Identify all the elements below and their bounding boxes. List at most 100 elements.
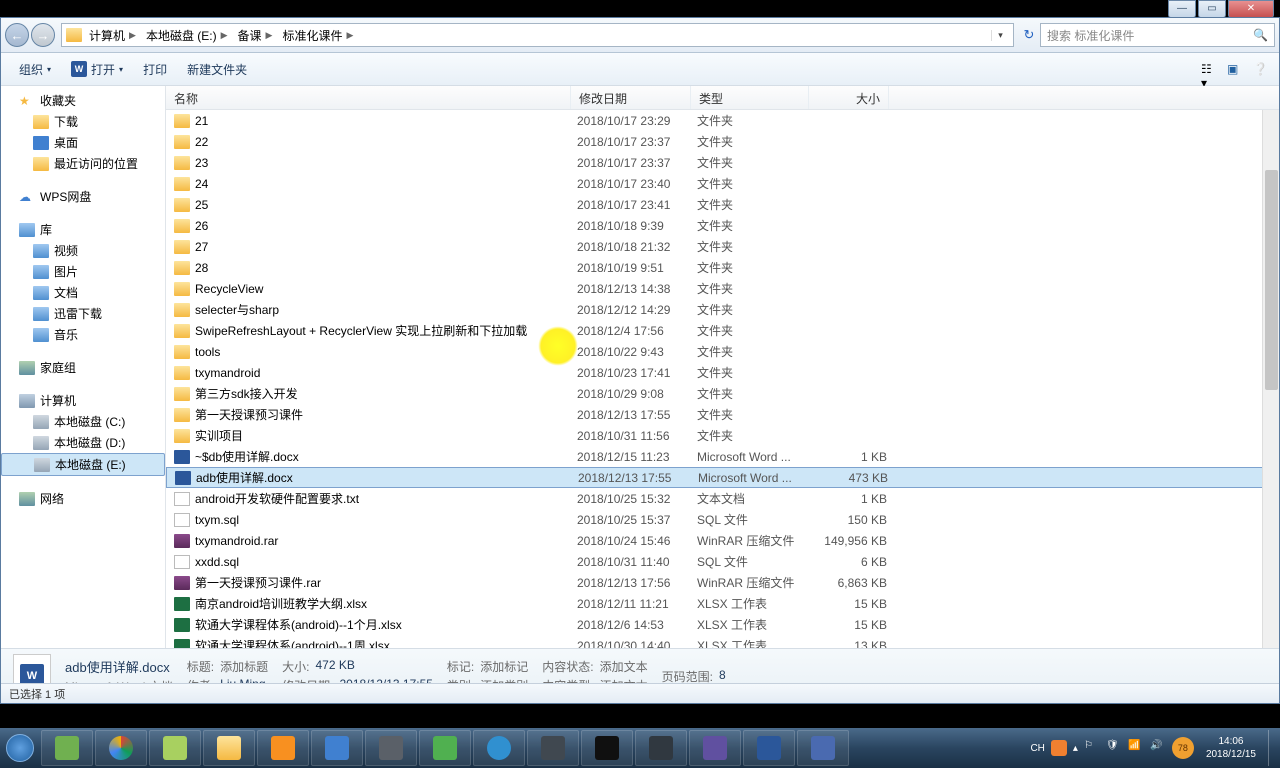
file-row[interactable]: 第三方sdk接入开发2018/10/29 9:08文件夹	[166, 383, 1279, 404]
details-status[interactable]: 添加文本	[600, 658, 648, 675]
file-type: 文件夹	[697, 343, 815, 360]
print-button[interactable]: 打印	[133, 61, 177, 78]
file-row[interactable]: 212018/10/17 23:29文件夹	[166, 110, 1279, 131]
show-desktop[interactable]	[1268, 730, 1276, 766]
file-row[interactable]: 252018/10/17 23:41文件夹	[166, 194, 1279, 215]
minimize-button[interactable]: —	[1168, 0, 1196, 18]
taskbar-app[interactable]	[257, 730, 309, 766]
file-row[interactable]: selecter与sharp2018/12/12 14:29文件夹	[166, 299, 1279, 320]
sidebar-favorites[interactable]: ★收藏夹	[1, 90, 165, 111]
sidebar-music[interactable]: 音乐	[1, 324, 165, 345]
sidebar-computer[interactable]: 计算机	[1, 390, 165, 411]
ime-indicator[interactable]: CH	[1030, 743, 1044, 754]
network-icon[interactable]: 📶	[1128, 740, 1144, 756]
address-bar[interactable]: 计算机▶ 本地磁盘 (E:)▶ 备课▶ 标准化课件▶ ▾	[61, 23, 1014, 47]
file-row[interactable]: 282018/10/19 9:51文件夹	[166, 257, 1279, 278]
open-menu[interactable]: W打开 ▾	[61, 61, 133, 78]
back-button[interactable]: ←	[5, 23, 29, 47]
sidebar-drive-d[interactable]: 本地磁盘 (D:)	[1, 432, 165, 453]
file-list[interactable]: 212018/10/17 23:29文件夹222018/10/17 23:37文…	[166, 110, 1279, 648]
file-row[interactable]: 第一天授课预习课件.rar2018/12/13 17:56WinRAR 压缩文件…	[166, 572, 1279, 593]
details-title[interactable]: 添加标题	[220, 658, 268, 675]
tray-icon[interactable]: 🛡	[1106, 740, 1122, 756]
file-row[interactable]: xxdd.sql2018/10/31 11:40SQL 文件6 KB	[166, 551, 1279, 572]
file-row[interactable]: tools2018/10/22 9:43文件夹	[166, 341, 1279, 362]
column-name[interactable]: 名称	[166, 86, 571, 109]
view-options-icon[interactable]: ☷ ▾	[1201, 62, 1219, 76]
close-button[interactable]: ✕	[1228, 0, 1274, 18]
sidebar-homegroup[interactable]: 家庭组	[1, 357, 165, 378]
taskbar-word[interactable]	[743, 730, 795, 766]
sidebar-wps[interactable]: ☁WPS网盘	[1, 186, 165, 207]
breadcrumb[interactable]: 标准化课件▶	[279, 27, 360, 44]
breadcrumb[interactable]: 计算机▶	[86, 27, 143, 44]
sidebar-desktop[interactable]: 桌面	[1, 132, 165, 153]
start-button[interactable]	[0, 728, 40, 768]
sidebar-downloads[interactable]: 下载	[1, 111, 165, 132]
sidebar-xunlei[interactable]: 迅雷下载	[1, 303, 165, 324]
details-tags[interactable]: 添加标记	[480, 658, 528, 675]
sidebar-videos[interactable]: 视频	[1, 240, 165, 261]
sidebar-pictures[interactable]: 图片	[1, 261, 165, 282]
file-row[interactable]: 软通大学课程体系(android)--1周.xlsx2018/10/30 14:…	[166, 635, 1279, 648]
file-row[interactable]: 272018/10/18 21:32文件夹	[166, 236, 1279, 257]
temp-badge[interactable]: 78	[1172, 737, 1194, 759]
tray-chevron[interactable]: ▴	[1073, 743, 1078, 754]
column-type[interactable]: 类型	[691, 86, 809, 109]
file-row[interactable]: 222018/10/17 23:37文件夹	[166, 131, 1279, 152]
taskbar-app[interactable]	[473, 730, 525, 766]
file-row[interactable]: 第一天授课预习课件2018/12/13 17:55文件夹	[166, 404, 1279, 425]
taskbar-app[interactable]	[635, 730, 687, 766]
newfolder-button[interactable]: 新建文件夹	[177, 61, 257, 78]
file-row[interactable]: RecycleView2018/12/13 14:38文件夹	[166, 278, 1279, 299]
address-dropdown[interactable]: ▾	[991, 30, 1009, 41]
file-row[interactable]: SwipeRefreshLayout + RecyclerView 实现上拉刷新…	[166, 320, 1279, 341]
column-size[interactable]: 大小	[809, 86, 889, 109]
sidebar-drive-c[interactable]: 本地磁盘 (C:)	[1, 411, 165, 432]
taskbar-wechat[interactable]	[419, 730, 471, 766]
taskbar-app[interactable]	[311, 730, 363, 766]
taskbar-app[interactable]	[365, 730, 417, 766]
scrollbar[interactable]	[1262, 110, 1279, 648]
file-row[interactable]: txym.sql2018/10/25 15:37SQL 文件150 KB	[166, 509, 1279, 530]
help-icon[interactable]: ❔	[1253, 62, 1271, 76]
sidebar-recent[interactable]: 最近访问的位置	[1, 153, 165, 174]
file-row[interactable]: adb使用详解.docx2018/12/13 17:55Microsoft Wo…	[166, 467, 1279, 488]
file-row[interactable]: 232018/10/17 23:37文件夹	[166, 152, 1279, 173]
sidebar-documents[interactable]: 文档	[1, 282, 165, 303]
sidebar-network[interactable]: 网络	[1, 488, 165, 509]
clock[interactable]: 14:06 2018/12/15	[1200, 735, 1262, 761]
preview-pane-icon[interactable]: ▣	[1227, 62, 1245, 76]
column-date[interactable]: 修改日期	[571, 86, 691, 109]
file-row[interactable]: txymandroid.rar2018/10/24 15:46WinRAR 压缩…	[166, 530, 1279, 551]
search-input[interactable]: 搜索 标准化课件 🔍	[1040, 23, 1275, 47]
tray-icon[interactable]: ⚐	[1084, 740, 1100, 756]
breadcrumb[interactable]: 备课▶	[235, 27, 280, 44]
file-row[interactable]: txymandroid2018/10/23 17:41文件夹	[166, 362, 1279, 383]
forward-button[interactable]: →	[31, 23, 55, 47]
breadcrumb[interactable]: 本地磁盘 (E:)▶	[143, 27, 235, 44]
taskbar-explorer[interactable]	[203, 730, 255, 766]
taskbar-chrome[interactable]	[95, 730, 147, 766]
file-row[interactable]: 262018/10/18 9:39文件夹	[166, 215, 1279, 236]
taskbar-app[interactable]	[41, 730, 93, 766]
organize-menu[interactable]: 组织 ▾	[9, 61, 61, 78]
file-row[interactable]: 实训项目2018/10/31 11:56文件夹	[166, 425, 1279, 446]
taskbar-cmd[interactable]	[581, 730, 633, 766]
sogou-icon[interactable]	[1051, 740, 1067, 756]
sidebar-drive-e[interactable]: 本地磁盘 (E:)	[1, 453, 165, 476]
maximize-button[interactable]: ▭	[1198, 0, 1226, 18]
taskbar-wps[interactable]	[797, 730, 849, 766]
taskbar-app[interactable]	[689, 730, 741, 766]
file-row[interactable]: ~$db使用详解.docx2018/12/15 11:23Microsoft W…	[166, 446, 1279, 467]
taskbar-app[interactable]	[527, 730, 579, 766]
file-row[interactable]: 软通大学课程体系(android)--1个月.xlsx2018/12/6 14:…	[166, 614, 1279, 635]
volume-icon[interactable]: 🔊	[1150, 740, 1166, 756]
sidebar-libraries[interactable]: 库	[1, 219, 165, 240]
scrollbar-thumb[interactable]	[1265, 170, 1278, 390]
file-row[interactable]: 南京android培训班教学大纲.xlsx2018/12/11 11:21XLS…	[166, 593, 1279, 614]
refresh-button[interactable]: ↻	[1018, 27, 1040, 43]
taskbar-androidstudio[interactable]	[149, 730, 201, 766]
file-row[interactable]: android开发软硬件配置要求.txt2018/10/25 15:32文本文档…	[166, 488, 1279, 509]
file-row[interactable]: 242018/10/17 23:40文件夹	[166, 173, 1279, 194]
